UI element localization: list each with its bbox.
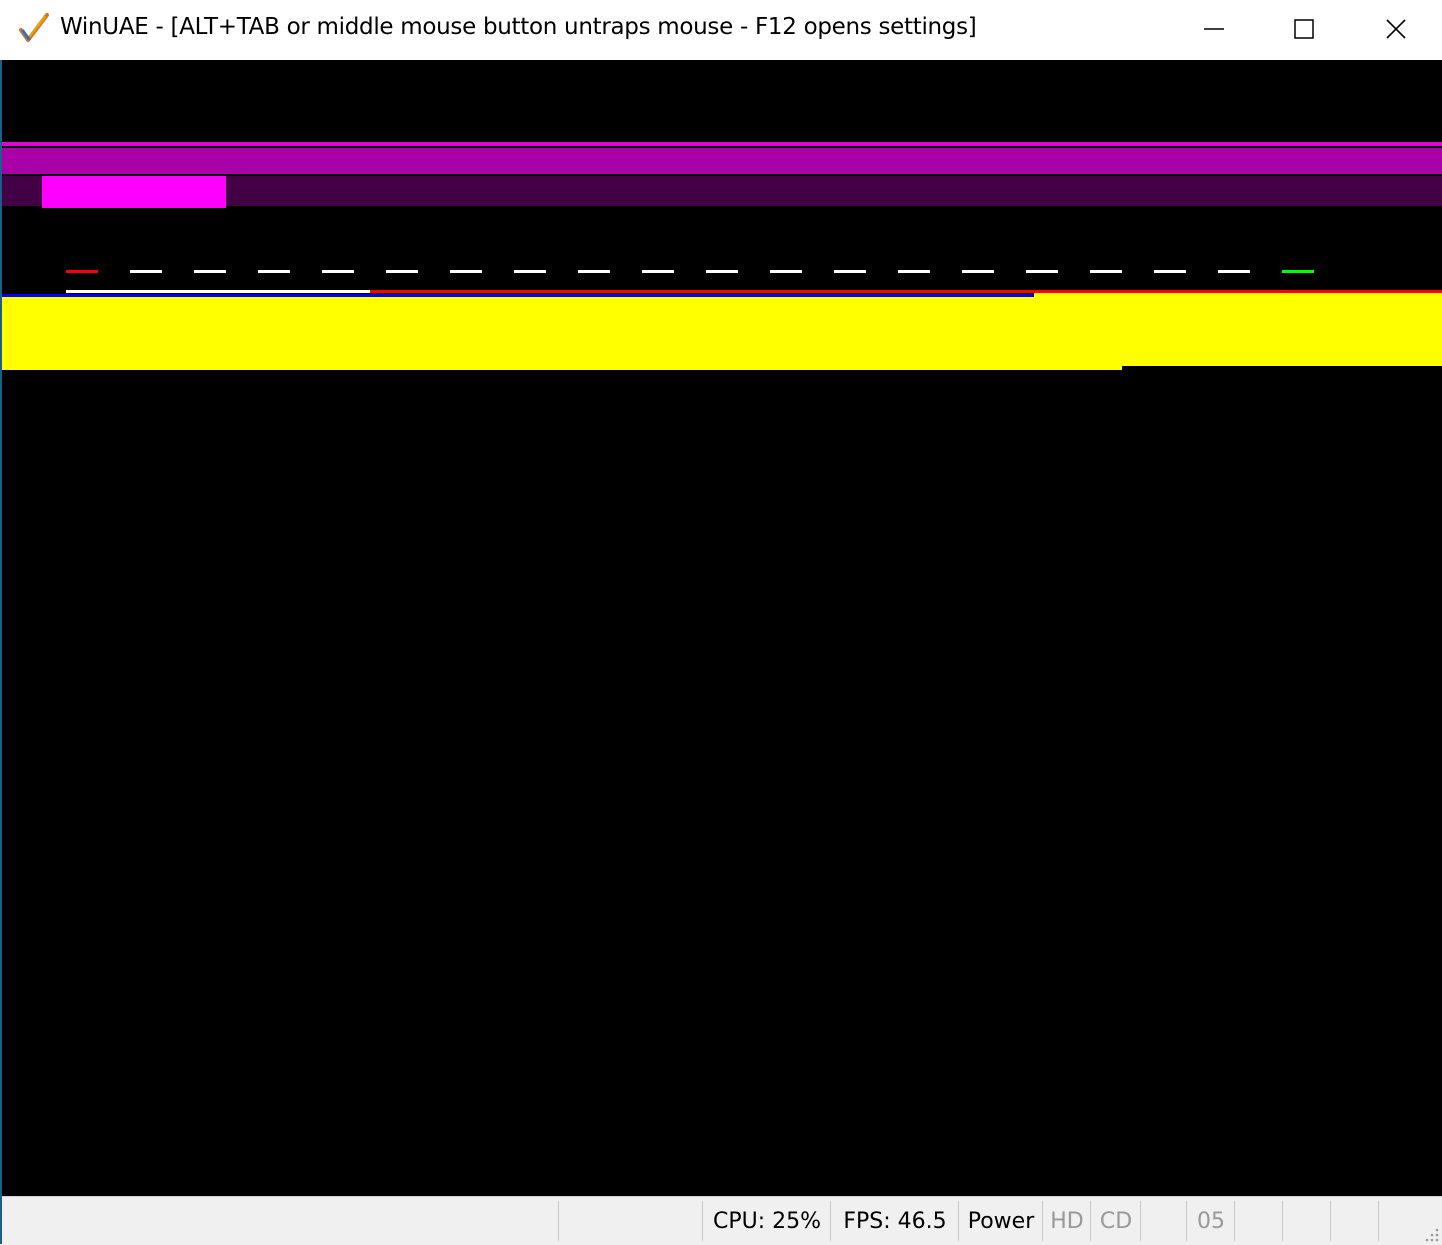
dash-marker (386, 270, 418, 273)
emulator-display[interactable] (2, 60, 1442, 1196)
dash-marker (66, 270, 98, 273)
white-line (66, 290, 370, 293)
dash-marker (130, 270, 162, 273)
status-bar: CPU: 25% FPS: 46.5 Power HD CD 05 (2, 1196, 1442, 1245)
hd-led[interactable]: HD (1042, 1201, 1091, 1241)
fps-counter: FPS: 46.5 (830, 1201, 959, 1241)
dash-marker (898, 270, 930, 273)
dash-marker (1282, 270, 1314, 273)
dash-marker (770, 270, 802, 273)
minimize-button[interactable] (1168, 0, 1260, 58)
dash-marker (1090, 270, 1122, 273)
yellow-band (2, 297, 1122, 370)
maximize-icon (1294, 19, 1314, 39)
winuae-checkmark-icon (19, 13, 49, 42)
dash-marker (642, 270, 674, 273)
dash-marker (834, 270, 866, 273)
status-blank-cell (558, 1201, 703, 1241)
power-led[interactable]: Power (958, 1201, 1043, 1241)
dash-marker (514, 270, 546, 273)
dash-marker (1026, 270, 1058, 273)
dash-marker (706, 270, 738, 273)
dash-marker (578, 270, 610, 273)
drive-slot-5[interactable] (1378, 1201, 1419, 1241)
drive-slot-0[interactable] (1140, 1201, 1187, 1241)
dash-marker (1154, 270, 1186, 273)
dash-marker (962, 270, 994, 273)
magenta-line (2, 142, 1442, 146)
purple-band (2, 148, 1442, 174)
close-button[interactable] (1350, 0, 1442, 58)
dash-marker (450, 270, 482, 273)
resize-grip-icon[interactable] (1422, 1225, 1440, 1243)
bright-magenta-block (42, 176, 226, 208)
yellow-band-right (1034, 293, 1442, 366)
cd-led[interactable]: CD (1090, 1201, 1141, 1241)
dash-marker (194, 270, 226, 273)
cpu-usage: CPU: 25% (702, 1201, 831, 1241)
winuae-window: WinUAE - [ALT+TAB or middle mouse button… (0, 0, 1442, 1245)
window-title: WinUAE - [ALT+TAB or middle mouse button… (60, 14, 977, 40)
title-bar[interactable]: WinUAE - [ALT+TAB or middle mouse button… (0, 0, 1442, 60)
drive-slot-3[interactable] (1282, 1201, 1331, 1241)
minimize-icon (1204, 28, 1224, 30)
dash-marker (258, 270, 290, 273)
drive-slot-2[interactable] (1234, 1201, 1283, 1241)
dash-marker (322, 270, 354, 273)
drive-slot-4[interactable] (1330, 1201, 1379, 1241)
drive-slot-1[interactable]: 05 (1186, 1201, 1235, 1241)
maximize-button[interactable] (1258, 0, 1350, 58)
close-icon (1386, 19, 1406, 39)
dash-marker (1218, 270, 1250, 273)
